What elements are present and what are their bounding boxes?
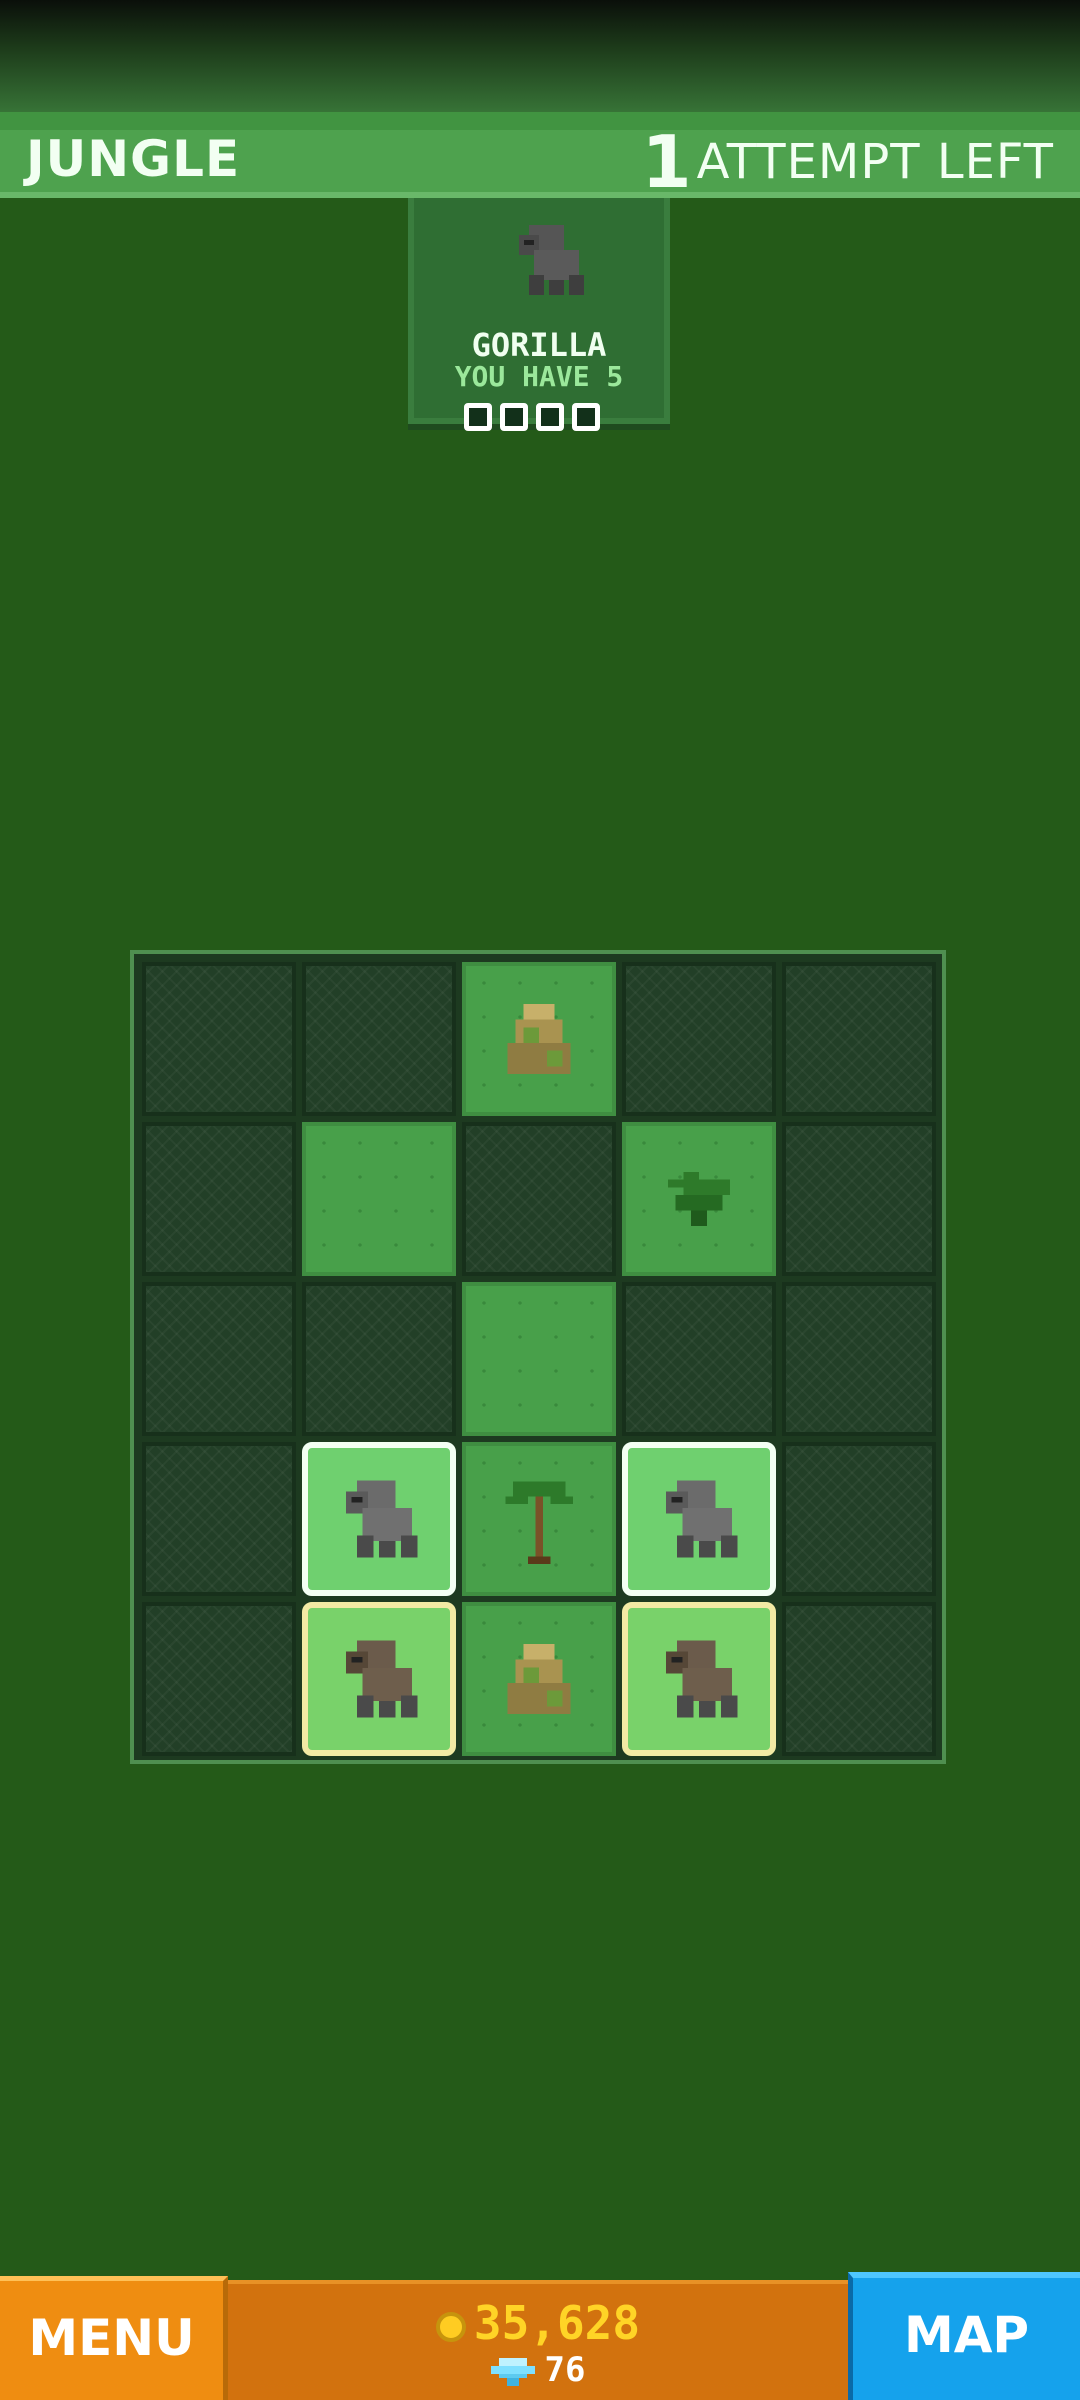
animal-owned-count: YOU HAVE 5 — [454, 360, 624, 393]
board-tile-empty[interactable] — [142, 1122, 296, 1276]
board-tile-empty[interactable] — [142, 962, 296, 1116]
coin-icon — [435, 2311, 466, 2342]
currency-panel: 35,628 76 — [228, 2280, 848, 2400]
board-tile-empty[interactable] — [142, 1602, 296, 1756]
menu-button[interactable]: MENU — [0, 2276, 228, 2400]
board-tile-gorilla-gold[interactable] — [622, 1602, 776, 1756]
level-header: JUNGLE 1 ATTEMPT LEFT — [0, 112, 1080, 204]
board-tile-empty[interactable] — [782, 962, 936, 1116]
progress-slot — [500, 403, 528, 431]
board-tile-grass[interactable] — [462, 1282, 616, 1436]
map-button[interactable]: MAP — [848, 2272, 1080, 2400]
progress-slot — [464, 403, 492, 431]
board-tile-empty[interactable] — [142, 1442, 296, 1596]
coin-balance: 35,628 — [228, 2296, 848, 2350]
board-tile-gorilla-gold[interactable] — [302, 1602, 456, 1756]
gorilla-icon — [519, 225, 584, 295]
animal-name: GORILLA — [471, 326, 607, 364]
board-tile-empty[interactable] — [782, 1282, 936, 1436]
board-tile-empty[interactable] — [302, 962, 456, 1116]
board-tile-empty[interactable] — [622, 1282, 776, 1436]
progress-slots — [464, 403, 600, 431]
game-board — [130, 950, 946, 1764]
gorilla-icon — [346, 1480, 418, 1558]
board-tile-empty[interactable] — [462, 1122, 616, 1276]
fern-icon — [667, 1171, 731, 1227]
map-button-label: MAP — [903, 2306, 1030, 2364]
gem-amount: 76 — [544, 2350, 586, 2390]
board-tile-rock[interactable] — [462, 1602, 616, 1756]
board-tile-fern[interactable] — [622, 1122, 776, 1276]
rock-icon — [507, 1003, 571, 1075]
board-tile-empty[interactable] — [302, 1282, 456, 1436]
board-tile-gorilla[interactable] — [622, 1442, 776, 1596]
board-tile-gorilla[interactable] — [302, 1442, 456, 1596]
board-tile-palm[interactable] — [462, 1442, 616, 1596]
board-tile-empty[interactable] — [782, 1602, 936, 1756]
gorilla-icon — [346, 1640, 418, 1718]
palm-tree-icon — [505, 1481, 573, 1564]
coin-amount: 35,628 — [473, 2296, 641, 2350]
animal-card[interactable]: GORILLA YOU HAVE 5 — [408, 198, 670, 431]
board-tile-rock[interactable] — [462, 962, 616, 1116]
attempts-count: 1 — [641, 120, 692, 204]
board-tile-empty[interactable] — [782, 1122, 936, 1276]
attempts-label: ATTEMPT LEFT — [696, 134, 1054, 190]
status-bar-shade — [0, 0, 1080, 120]
level-name: JUNGLE — [26, 130, 241, 188]
attempts-indicator: 1 ATTEMPT LEFT — [641, 120, 1054, 204]
gem-balance: 76 — [228, 2350, 848, 2390]
board-tile-empty[interactable] — [622, 962, 776, 1116]
board-tile-empty[interactable] — [142, 1282, 296, 1436]
gem-icon — [490, 2357, 535, 2386]
progress-slot — [536, 403, 564, 431]
board-tile-empty[interactable] — [782, 1442, 936, 1596]
progress-slot — [572, 403, 600, 431]
gorilla-icon — [666, 1480, 738, 1558]
board-tile-grass[interactable] — [302, 1122, 456, 1276]
rock-icon — [507, 1643, 571, 1715]
menu-button-label: MENU — [28, 2309, 195, 2367]
gorilla-icon — [666, 1640, 738, 1718]
